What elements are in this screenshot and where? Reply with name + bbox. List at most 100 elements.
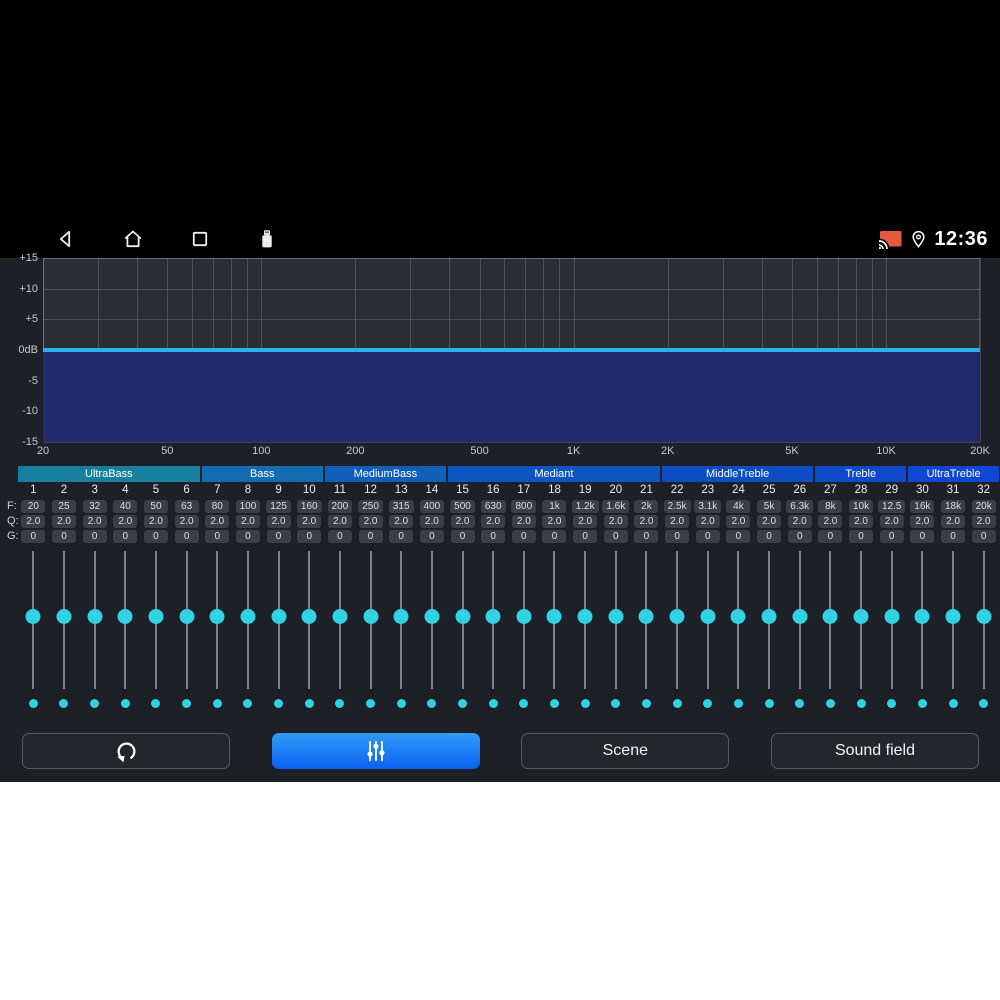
eq-band-slider[interactable] [18,550,49,690]
band-q-value: 2.0 [603,514,628,528]
home-button[interactable] [121,227,145,251]
slider-knob[interactable] [577,609,593,624]
slider-knob[interactable] [455,609,471,624]
dot-cell [294,698,325,708]
slider-knob[interactable] [363,609,379,624]
eq-band-slider[interactable] [49,550,80,690]
slider-knob[interactable] [853,609,869,624]
grid-line-horizontal [43,288,980,290]
eq-band-slider[interactable] [447,550,478,690]
slider-knob[interactable] [638,609,654,624]
scene-button[interactable]: Scene [521,733,730,769]
eq-band-slider[interactable] [846,550,877,690]
eq-band-slider[interactable] [754,550,785,690]
slider-knob[interactable] [945,609,961,624]
eq-band-slider[interactable] [233,550,264,690]
eq-band-slider[interactable] [876,550,907,690]
eq-band-slider[interactable] [723,550,754,690]
slider-knob[interactable] [271,609,287,624]
slider-knob[interactable] [884,609,900,624]
location-icon [912,230,925,248]
eq-band-slider[interactable] [325,550,356,690]
band-cell: 16 [478,483,509,497]
slider-knob[interactable] [393,609,409,624]
slider-knob[interactable] [240,609,256,624]
eq-band-slider[interactable] [386,550,417,690]
eq-band-slider[interactable] [79,550,110,690]
eq-band-slider[interactable] [141,550,172,690]
eq-band-slider[interactable] [815,550,846,690]
slider-knob[interactable] [516,609,532,624]
band-cell: 160 [294,499,325,513]
slider-knob[interactable] [56,609,72,624]
slider-knob[interactable] [25,609,41,624]
slider-knob[interactable] [669,609,685,624]
slider-knob[interactable] [792,609,808,624]
slider-knob[interactable] [761,609,777,624]
eq-band-slider[interactable] [631,550,662,690]
eq-band-slider[interactable] [263,550,294,690]
eq-band-slider[interactable] [294,550,325,690]
eq-band-slider[interactable] [938,550,969,690]
slider-knob[interactable] [730,609,746,624]
slider-knob[interactable] [608,609,624,624]
back-button[interactable] [54,227,78,251]
band-cell: 80 [202,499,233,513]
band-q-value: 2.0 [297,514,322,528]
slider-knob[interactable] [117,609,133,624]
eq-band-slider[interactable] [110,550,141,690]
reset-button[interactable] [22,733,230,769]
slider-knob[interactable] [914,609,930,624]
eq-band-slider[interactable] [662,550,693,690]
slider-knob[interactable] [148,609,164,624]
band-number: 26 [793,484,807,496]
back-icon [59,230,71,248]
slider-knob[interactable] [546,609,562,624]
eq-band-slider[interactable] [171,550,202,690]
slider-knob[interactable] [700,609,716,624]
eq-band-slider[interactable] [509,550,540,690]
eq-band-slider[interactable] [968,550,999,690]
band-dot [917,698,927,708]
eq-band-slider[interactable] [539,550,570,690]
eq-band-slider[interactable] [202,550,233,690]
band-cell: 0 [171,529,202,543]
slider-knob[interactable] [822,609,838,624]
band-dot [948,698,958,708]
slider-knob[interactable] [424,609,440,624]
y-axis-label: +10 [19,282,38,295]
band-cell: 20 [18,499,49,513]
band-cell: 0 [386,529,417,543]
eq-band-slider[interactable] [907,550,938,690]
usb-button[interactable] [255,227,279,251]
slider-knob[interactable] [332,609,348,624]
band-q-value: 2.0 [726,514,751,528]
equalizer-button[interactable] [271,733,480,769]
band-cell: 2.0 [876,514,907,528]
eq-band-slider[interactable] [478,550,509,690]
eq-band-slider[interactable] [570,550,601,690]
band-number: 8 [244,484,252,496]
band-group-middletreble: MiddleTreble [661,466,814,482]
band-q-value: 2.0 [450,514,475,528]
eq-band-slider[interactable] [692,550,723,690]
band-q-value: 2.0 [879,514,904,528]
eq-band-slider[interactable] [417,550,448,690]
band-cell: 0 [355,529,386,543]
sound-field-button[interactable]: Sound field [770,733,979,769]
slider-knob[interactable] [209,609,225,624]
slider-knob[interactable] [179,609,195,624]
band-f-value: 18k [940,499,966,513]
slider-knob[interactable] [87,609,103,624]
eq-band-slider[interactable] [600,550,631,690]
band-cell: 12.5 [876,499,907,513]
slider-knob[interactable] [301,609,317,624]
slider-knob[interactable] [485,609,501,624]
recents-button[interactable] [188,227,212,251]
scene-button-label: Scene [602,742,648,759]
dot-cell [355,698,386,708]
eq-band-slider[interactable] [784,550,815,690]
eq-band-slider[interactable] [355,550,386,690]
slider-knob[interactable] [976,609,992,624]
band-cell: 6 [171,483,202,497]
